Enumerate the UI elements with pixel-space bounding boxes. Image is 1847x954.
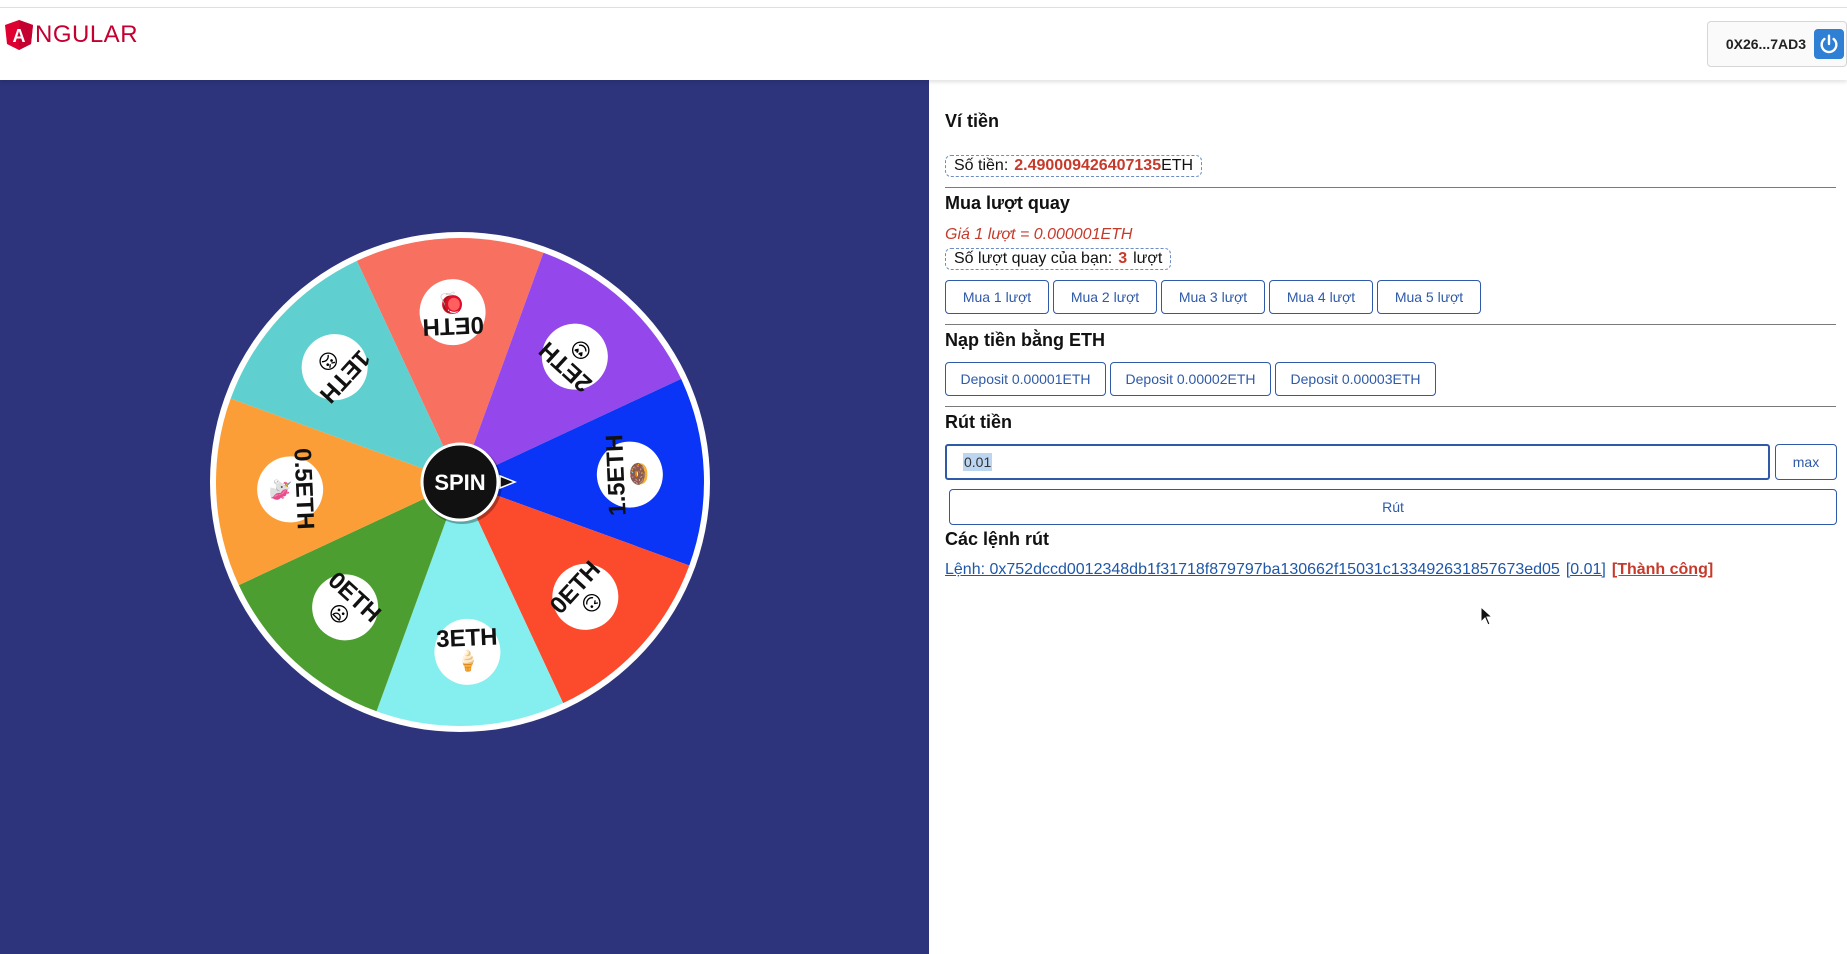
spins-label: Số lượt quay của bạn: — [954, 250, 1113, 267]
prize-label: 3ETH — [436, 624, 498, 654]
svg-text:A: A — [13, 26, 26, 46]
control-panel: Ví tiền Số tiền: 2.490009426407135ETH Mu… — [929, 80, 1847, 954]
balance-value: 2.490009426407135 — [1014, 157, 1162, 174]
spin-label: SPIN — [434, 470, 485, 495]
withdraw-title: Rút tiền — [945, 412, 1012, 432]
withdraw-amount-value: 0.01 — [963, 453, 993, 471]
logout-button[interactable] — [1814, 29, 1844, 59]
mouse-cursor-icon — [1480, 606, 1494, 626]
balance-badge: Số tiền: 2.490009426407135ETH — [945, 155, 1203, 177]
deposit-3-button[interactable]: Deposit 0.00003ETH — [1275, 362, 1436, 396]
buy-5-button[interactable]: Mua 5 lượt — [1377, 280, 1481, 314]
divider — [945, 406, 1836, 407]
divider — [945, 187, 1836, 188]
order-amount: [0.01] — [1565, 561, 1606, 578]
buy-1-button[interactable]: Mua 1 lượt — [945, 280, 1049, 314]
buy-3-button[interactable]: Mua 3 lượt — [1161, 280, 1265, 314]
divider — [945, 324, 1836, 325]
logo[interactable]: A NGULAR — [5, 20, 138, 50]
max-button[interactable]: max — [1775, 444, 1837, 480]
spins-badge: Số lượt quay của bạn: 3 lượt — [945, 248, 1172, 270]
prize-wheel[interactable]: 🪀0ETH😍2ETH🍩1.5ETH🙃0ETH🍦3ETH😦0ETH🦄0.5ETH😠… — [0, 80, 929, 954]
logo-text: NGULAR — [35, 21, 139, 48]
app-header: A NGULAR 0X26...7AD3 — [0, 8, 1847, 80]
spins-unit: lượt — [1133, 250, 1163, 267]
buy-4-button[interactable]: Mua 4 lượt — [1269, 280, 1373, 314]
top-border — [0, 0, 1847, 8]
balance-label: Số tiền: — [954, 157, 1009, 174]
angular-logo-icon: A — [5, 20, 33, 50]
deposit-2-button[interactable]: Deposit 0.00002ETH — [1110, 362, 1271, 396]
spins-value: 3 — [1118, 250, 1128, 267]
withdraw-submit-button[interactable]: Rút — [949, 489, 1837, 525]
prize-label: 1.5ETH — [601, 434, 632, 516]
buy-title: Mua lượt quay — [945, 193, 1070, 213]
deposit-title: Nạp tiền bằng ETH — [945, 330, 1106, 350]
prize-label: 0ETH — [422, 311, 484, 341]
order-tx-link[interactable]: Lệnh: 0x752dccd0012348db1f31718f879797ba… — [945, 561, 1560, 578]
buy-2-button[interactable]: Mua 2 lượt — [1053, 280, 1157, 314]
price-text: Giá 1 lượt = 0.000001ETH — [945, 226, 1133, 243]
withdraw-amount-input[interactable]: 0.01 — [945, 444, 1770, 480]
wallet-address: 0X26...7AD3 — [1725, 36, 1806, 52]
orders-title: Các lệnh rút — [945, 529, 1050, 549]
order-row: Lệnh: 0x752dccd0012348db1f31718f879797ba… — [945, 561, 1713, 579]
order-status: [Thành công] — [1611, 561, 1714, 578]
deposit-1-button[interactable]: Deposit 0.00001ETH — [945, 362, 1106, 396]
power-icon — [1820, 34, 1838, 54]
wheel-panel: 🪀 0ETH 😍 2ETH 🍩 1.5ETH 🙃 0ETH 🍦 3ETH 😦 0ETH 🦄 0.5ETH 😠… — [0, 80, 929, 954]
wallet-title: Ví tiền — [945, 111, 1000, 131]
prize-label: 0.5ETH — [288, 448, 319, 530]
wallet-address-box[interactable]: 0X26...7AD3 — [1707, 21, 1847, 67]
balance-unit: ETH — [1161, 157, 1194, 174]
